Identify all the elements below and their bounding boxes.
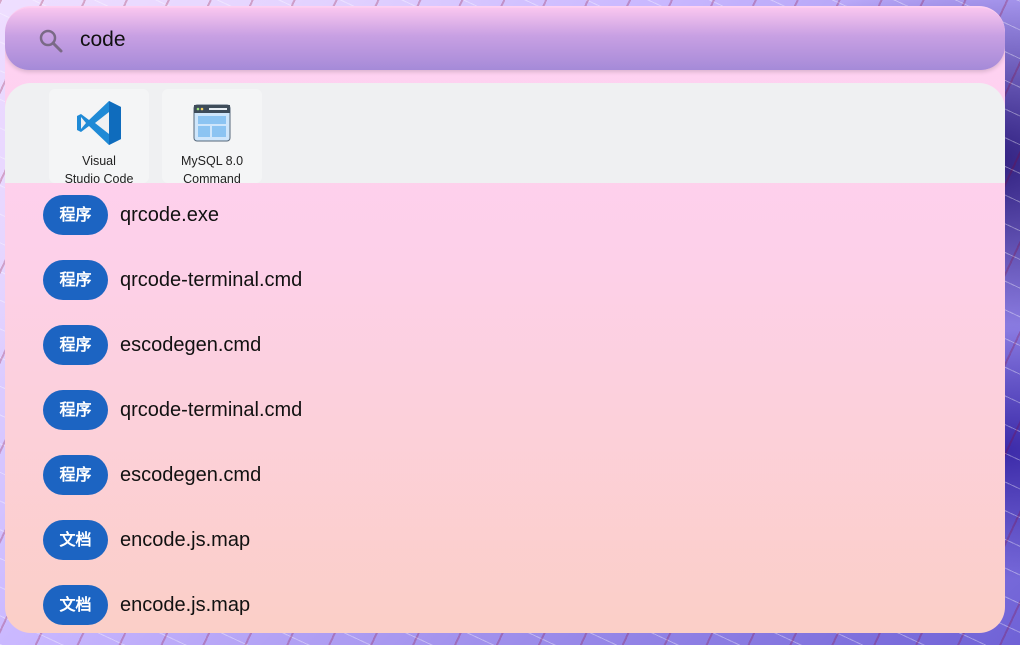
terminal-window-icon <box>193 104 231 142</box>
result-name: qrcode.exe <box>120 204 219 226</box>
result-name: qrcode-terminal.cmd <box>120 399 303 421</box>
result-item[interactable]: 程序 escodegen.cmd <box>5 443 1005 508</box>
type-badge: 程序 <box>43 455 108 495</box>
result-item[interactable]: 文档 encode.js.map <box>5 573 1005 633</box>
search-input[interactable] <box>80 25 960 55</box>
result-name: encode.js.map <box>120 594 251 616</box>
type-badge: 程序 <box>43 260 108 300</box>
launcher-window: Visual Studio Code MySQL 8.0 Command 程序 <box>5 6 1005 633</box>
result-name: qrcode-terminal.cmd <box>120 269 303 291</box>
vscode-icon <box>77 101 121 145</box>
type-badge: 程序 <box>43 195 108 235</box>
result-name: escodegen.cmd <box>120 334 262 356</box>
search-bar[interactable] <box>5 8 1005 70</box>
result-item[interactable]: 程序 qrcode-terminal.cmd <box>5 378 1005 443</box>
result-name: escodegen.cmd <box>120 464 262 486</box>
result-item[interactable]: 程序 qrcode.exe <box>5 183 1005 248</box>
type-badge: 文档 <box>43 585 108 625</box>
result-item[interactable]: 文档 encode.js.map <box>5 508 1005 573</box>
app-suggestions-panel: Visual Studio Code MySQL 8.0 Command <box>5 83 1005 186</box>
type-badge: 文档 <box>43 520 108 560</box>
type-badge: 程序 <box>43 390 108 430</box>
result-name: encode.js.map <box>120 529 251 551</box>
search-icon <box>39 29 63 53</box>
type-badge: 程序 <box>43 325 108 365</box>
result-item[interactable]: 程序 qrcode-terminal.cmd <box>5 248 1005 313</box>
result-item[interactable]: 程序 escodegen.cmd <box>5 313 1005 378</box>
app-tile-mysql-command[interactable]: MySQL 8.0 Command <box>162 89 262 186</box>
app-tile-visual-studio-code[interactable]: Visual Studio Code <box>49 89 149 186</box>
